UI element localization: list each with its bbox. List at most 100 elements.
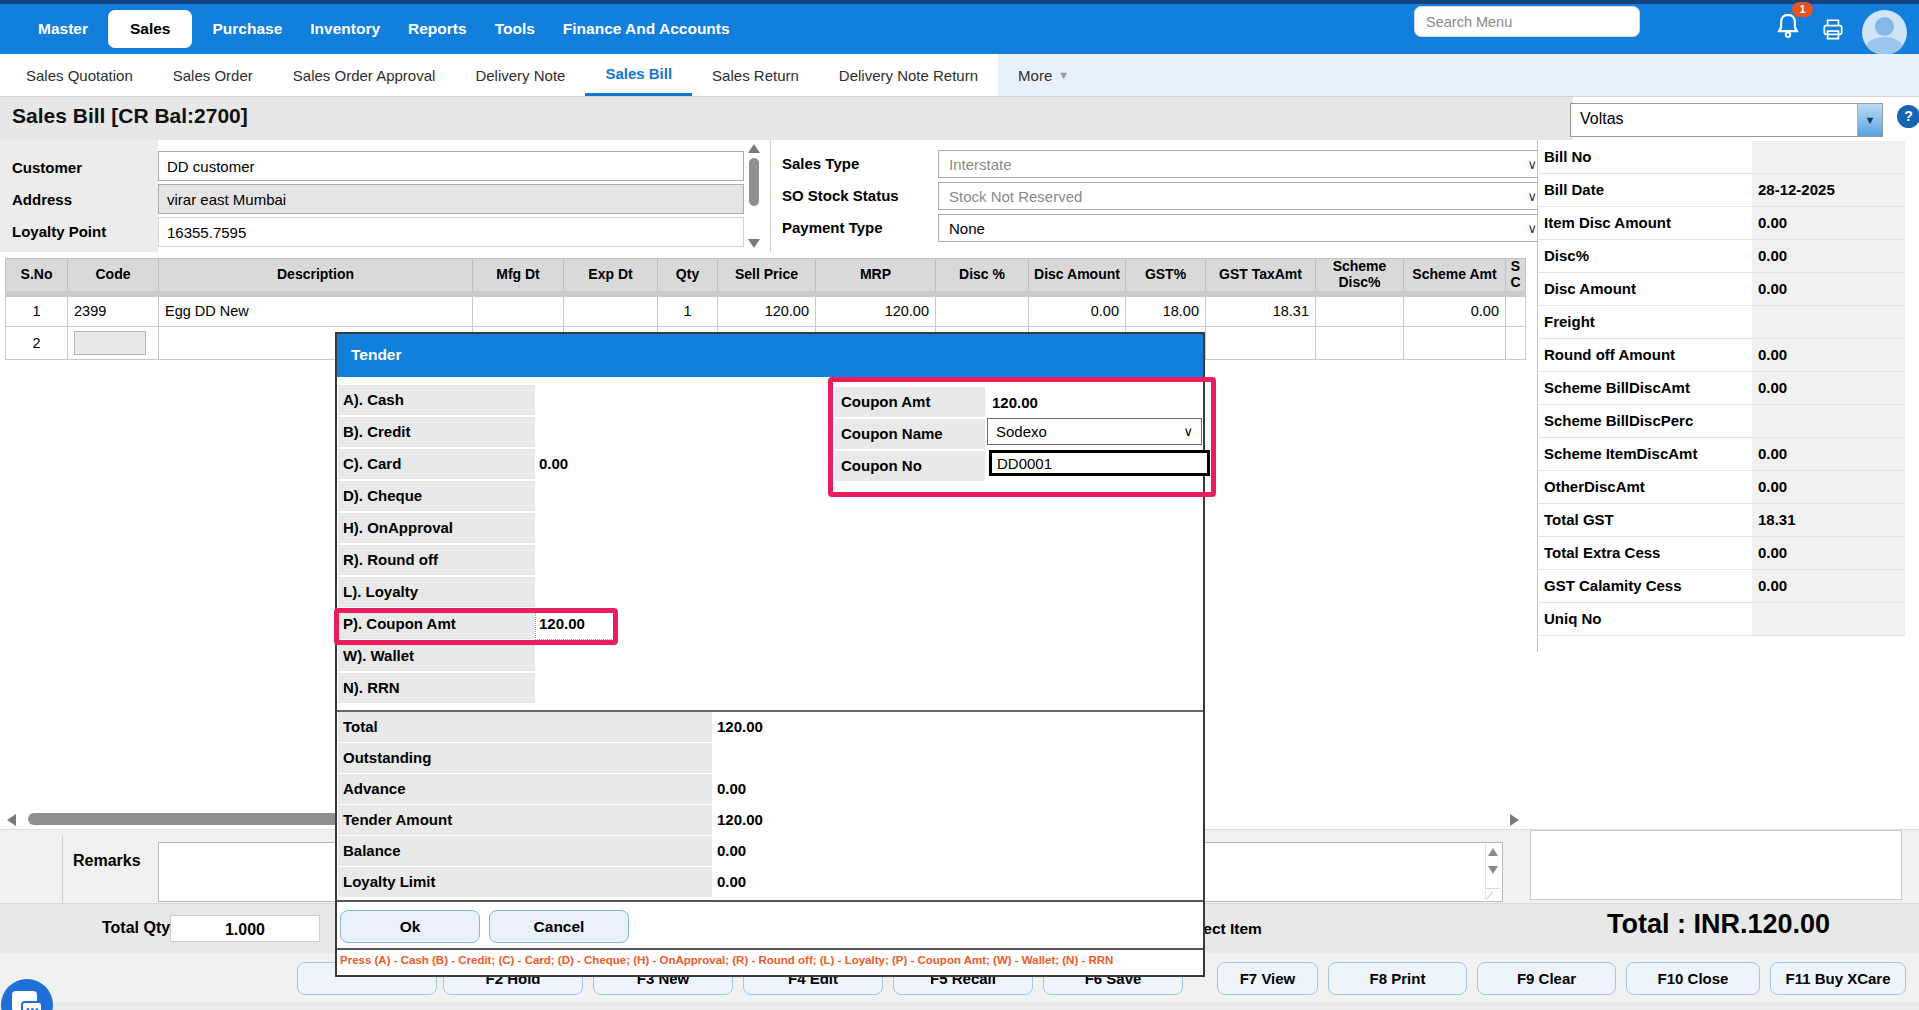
user-avatar[interactable]	[1862, 10, 1907, 55]
panel-row-item-disc-amount: Item Disc Amount0.00	[1538, 207, 1905, 240]
fn-button-f10-close[interactable]: F10 Close	[1626, 962, 1760, 995]
cell-code[interactable]	[68, 327, 159, 360]
tab-sales-order-approval[interactable]: Sales Order Approval	[273, 54, 456, 96]
cell-qty[interactable]: 1	[658, 294, 718, 327]
scroll-right-arrow[interactable]	[1510, 814, 1519, 826]
panel-value-cell[interactable]: 0.00	[1752, 207, 1905, 239]
fn-button-f8-print[interactable]: F8 Print	[1328, 962, 1467, 995]
code-input[interactable]	[74, 331, 146, 355]
tender-row-l-loyalty[interactable]: L). Loyalty	[338, 577, 535, 607]
nav-master[interactable]: Master	[24, 12, 102, 46]
panel-value-cell[interactable]: 0.00	[1752, 339, 1905, 371]
tender-row-d-cheque[interactable]: D). Cheque	[338, 481, 535, 511]
ok-button[interactable]: Ok	[340, 910, 480, 943]
tender-row-c-card[interactable]: C). Card	[338, 449, 535, 479]
summary-value: 0.00	[717, 780, 746, 797]
summary-value: 120.00	[717, 718, 763, 735]
so-stock-status-select[interactable]: Stock Not Reserved∨	[938, 182, 1548, 210]
panel-value-cell[interactable]	[1752, 306, 1905, 338]
panel-row-disc-: Disc%0.00	[1538, 240, 1905, 273]
panel-value-cell[interactable]: 0.00	[1752, 570, 1905, 602]
tender-row-h-onapproval[interactable]: H). OnApproval	[338, 513, 535, 543]
tender-row-w-wallet[interactable]: W). Wallet	[338, 641, 535, 671]
nav-reports[interactable]: Reports	[394, 12, 481, 46]
tab-sales-return[interactable]: Sales Return	[692, 54, 819, 96]
cell-sell_price[interactable]: 120.00	[718, 294, 816, 327]
tender-row-n-rrn[interactable]: N). RRN	[338, 673, 535, 703]
tab-sales-order[interactable]: Sales Order	[153, 54, 273, 96]
nav-purchase[interactable]: Purchase	[198, 12, 296, 46]
cell-scheme_disc[interactable]	[1316, 294, 1404, 327]
cell-gst_tax[interactable]	[1206, 327, 1316, 360]
panel-row-bill-no: Bill No	[1538, 141, 1905, 174]
panel-value: 0.00	[1758, 247, 1787, 264]
cell-gst_pct[interactable]: 18.00	[1126, 294, 1206, 327]
sales-type-select[interactable]: Interstate∨	[938, 150, 1548, 178]
payment-type-label: Payment Type	[782, 219, 883, 236]
panel-value-cell[interactable]	[1752, 141, 1905, 173]
cancel-button[interactable]: Cancel	[489, 910, 629, 943]
payment-type-select[interactable]: None∨	[938, 214, 1548, 242]
cell-scheme_disc[interactable]	[1316, 327, 1404, 360]
panel-value-cell[interactable]: 0.00	[1752, 372, 1905, 404]
fn-button-f7-view[interactable]: F7 View	[1217, 962, 1318, 995]
panel-value-cell[interactable]: 0.00	[1752, 471, 1905, 503]
loyalty-point-input[interactable]: 16355.7595	[158, 217, 744, 247]
tab-sales-bill[interactable]: Sales Bill	[585, 54, 692, 96]
panel-row-otherdiscamt: OtherDiscAmt0.00	[1538, 471, 1905, 504]
company-select-arrow[interactable]: ▼	[1857, 104, 1882, 136]
panel-row-uniq-no: Uniq No	[1538, 603, 1905, 636]
cell-mfg[interactable]	[473, 294, 564, 327]
total-qty-input[interactable]: 1.000	[170, 915, 320, 942]
cell-sno[interactable]: 2	[6, 327, 68, 360]
tab-delivery-note[interactable]: Delivery Note	[455, 54, 585, 96]
panel-value-cell[interactable]	[1752, 405, 1905, 437]
panel-value-cell[interactable]	[1752, 603, 1905, 635]
company-select[interactable]: Voltas ▼	[1570, 103, 1883, 137]
address-input[interactable]: virar east Mumbai	[158, 184, 744, 214]
col-header-11: GST TaxAmt	[1206, 259, 1316, 294]
customer-input[interactable]: DD customer	[158, 151, 744, 181]
cell-sno[interactable]: 1	[6, 294, 68, 327]
tender-modal-header[interactable]: Tender	[337, 334, 1203, 377]
cell-scheme_amt[interactable]: 0.00	[1404, 294, 1506, 327]
nav-sales[interactable]: Sales	[108, 10, 193, 48]
scroll-left-arrow[interactable]	[7, 814, 16, 826]
col-header-12: SchemeDisc%	[1316, 259, 1404, 294]
sales-type-label: Sales Type	[782, 155, 859, 172]
printer-icon[interactable]	[1820, 17, 1846, 43]
tender-row-r-round-off[interactable]: R). Round off	[338, 545, 535, 575]
nav-finance[interactable]: Finance And Accounts	[549, 12, 744, 46]
fn-button-f9-clear[interactable]: F9 Clear	[1477, 962, 1616, 995]
cell-exp[interactable]	[564, 294, 658, 327]
search-input[interactable]: Search Menu	[1414, 6, 1640, 37]
secondary-remarks-box[interactable]	[1530, 830, 1902, 900]
tender-row-a-cash[interactable]: A). Cash	[338, 385, 535, 415]
cell-description[interactable]: Egg DD New	[159, 294, 473, 327]
panel-value-cell[interactable]: 0.00	[1752, 273, 1905, 305]
panel-value-cell[interactable]: 0.00	[1752, 438, 1905, 470]
tab-sales-quotation[interactable]: Sales Quotation	[6, 54, 153, 96]
cell-code[interactable]: 2399	[68, 294, 159, 327]
cell-disc_amt[interactable]: 0.00	[1029, 294, 1126, 327]
cell-disc_pct[interactable]	[936, 294, 1029, 327]
panel-value: 0.00	[1758, 577, 1787, 594]
tab-more[interactable]: More▼	[998, 54, 1089, 96]
panel-value-cell[interactable]: 28-12-2025	[1752, 174, 1905, 206]
cell-mrp[interactable]: 120.00	[816, 294, 936, 327]
panel-value-cell[interactable]: 0.00	[1752, 240, 1905, 272]
col-header-2: Description	[159, 259, 473, 294]
tender-row-b-credit[interactable]: B). Credit	[338, 417, 535, 447]
summary-value: 0.00	[717, 842, 746, 859]
nav-inventory[interactable]: Inventory	[296, 12, 394, 46]
panel-value-cell[interactable]: 18.31	[1752, 504, 1905, 536]
customer-scrollbar[interactable]	[746, 142, 762, 250]
tab-delivery-note-return[interactable]: Delivery Note Return	[819, 54, 998, 96]
table-row-1[interactable]: 12399Egg DD New1120.00120.000.0018.0018.…	[6, 294, 1526, 327]
cell-scheme_amt[interactable]	[1404, 327, 1506, 360]
cell-gst_tax[interactable]: 18.31	[1206, 294, 1316, 327]
fn-button-f11-buy-xcare[interactable]: F11 Buy XCare	[1770, 962, 1906, 995]
panel-value-cell[interactable]: 0.00	[1752, 537, 1905, 569]
nav-tools[interactable]: Tools	[481, 12, 549, 46]
help-icon[interactable]: ?	[1897, 105, 1919, 128]
